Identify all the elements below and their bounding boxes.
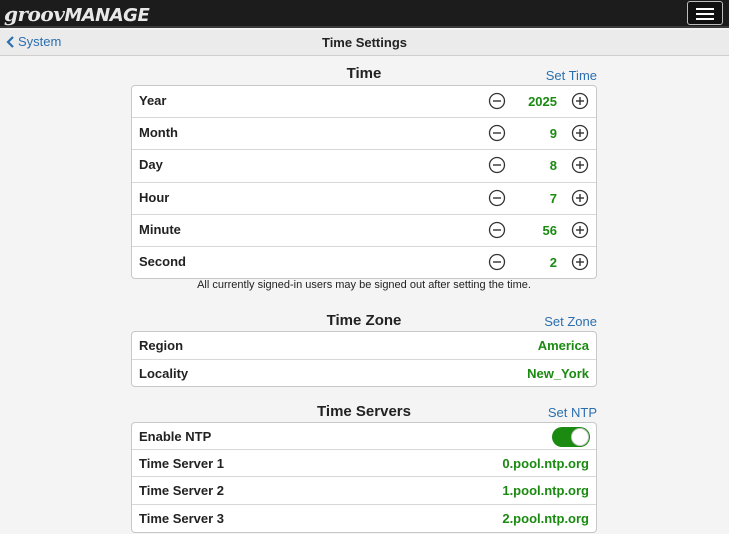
hour-value: 7: [549, 190, 557, 206]
minus-circle-icon: [488, 92, 506, 114]
minus-circle-icon: [488, 221, 506, 243]
second-label: Second: [139, 253, 186, 269]
plus-circle-icon: [571, 253, 589, 275]
time-server-1-value: 0.pool.ntp.org: [502, 456, 589, 472]
time-server-2-row: Time Server 2 1.pool.ntp.org: [132, 477, 596, 505]
day-row: Day 8: [132, 150, 596, 183]
enable-ntp-toggle[interactable]: [552, 427, 590, 447]
plus-circle-icon: [571, 92, 589, 114]
plus-circle-icon: [571, 189, 589, 211]
hour-increment-button[interactable]: [571, 189, 589, 212]
groov-manage-logo[interactable]: groovMANAGE: [4, 2, 150, 27]
locality-value: New_York: [527, 365, 589, 381]
enable-ntp-label: Enable NTP: [139, 429, 212, 444]
logo-part-manage: MANAGE: [64, 5, 150, 26]
second-row: Second 2: [132, 247, 596, 279]
day-value: 8: [549, 158, 557, 174]
time-server-1-label: Time Server 1: [139, 456, 225, 472]
second-value: 2: [549, 254, 557, 270]
time-zone-panel: Region America Locality New_York: [131, 331, 597, 387]
minus-circle-icon: [488, 253, 506, 275]
logo-part-groov: groov: [4, 2, 65, 26]
minute-increment-button[interactable]: [571, 221, 589, 244]
time-server-2-label: Time Server 2: [139, 483, 225, 499]
second-decrement-button[interactable]: [488, 253, 506, 276]
year-value: 2025: [528, 94, 557, 109]
minute-row: Minute 56: [132, 215, 596, 247]
minute-label: Minute: [139, 221, 181, 237]
time-servers-section-title: Time Servers: [317, 403, 411, 420]
locality-row: Locality New_York: [132, 360, 596, 388]
set-ntp-link[interactable]: Set NTP: [548, 405, 597, 420]
time-server-2-value: 1.pool.ntp.org: [502, 483, 589, 499]
enable-ntp-row: Enable NTP: [132, 423, 596, 451]
minute-decrement-button[interactable]: [488, 221, 506, 244]
region-row: Region America: [132, 332, 596, 360]
year-increment-button[interactable]: [571, 92, 589, 115]
region-label: Region: [139, 338, 184, 353]
time-section-title: Time: [346, 65, 382, 82]
set-zone-link[interactable]: Set Zone: [544, 314, 597, 329]
day-increment-button[interactable]: [571, 156, 589, 179]
minus-circle-icon: [488, 157, 506, 178]
month-decrement-button[interactable]: [488, 124, 506, 147]
minute-value: 56: [542, 222, 557, 238]
locality-label: Locality: [139, 365, 189, 381]
day-label: Day: [139, 157, 163, 173]
top-bar: groovMANAGE: [0, 0, 729, 28]
plus-circle-icon: [571, 221, 589, 243]
sign-out-note: All currently signed-in users may be sig…: [197, 279, 531, 291]
hamburger-menu-icon: [696, 8, 714, 10]
time-servers-panel: Enable NTP Time Server 1 0.pool.ntp.org Ti…: [131, 422, 597, 533]
day-decrement-button[interactable]: [488, 156, 506, 179]
time-server-3-value: 2.pool.ntp.org: [502, 510, 589, 526]
minus-circle-icon: [488, 125, 506, 146]
region-value: America: [537, 338, 589, 353]
second-increment-button[interactable]: [571, 253, 589, 276]
month-label: Month: [139, 125, 178, 141]
month-increment-button[interactable]: [571, 124, 589, 147]
toggle-knob: [571, 428, 589, 446]
time-zone-section-title: Time Zone: [326, 312, 402, 329]
time-server-1-row: Time Server 1 0.pool.ntp.org: [132, 450, 596, 478]
hour-decrement-button[interactable]: [488, 189, 506, 212]
minus-circle-icon: [488, 189, 506, 211]
page-title: Time Settings: [321, 35, 407, 50]
year-decrement-button[interactable]: [488, 92, 506, 115]
hour-label: Hour: [139, 189, 170, 205]
month-row: Month 9: [132, 118, 596, 151]
year-row: Year 2025: [132, 86, 596, 119]
set-time-link[interactable]: Set Time: [546, 68, 597, 83]
time-server-3-label: Time Server 3: [139, 510, 225, 526]
time-panel: Year 2025 Month 9 Day 8 Hour 7 Minute 56 Second 2: [131, 85, 597, 279]
hamburger-menu-button[interactable]: [687, 1, 723, 25]
time-server-3-row: Time Server 3 2.pool.ntp.org: [132, 505, 596, 532]
navigation-bar: System Time Settings: [0, 30, 729, 56]
plus-circle-icon: [571, 157, 589, 178]
plus-circle-icon: [571, 125, 589, 146]
year-label: Year: [139, 93, 167, 108]
hour-row: Hour 7: [132, 183, 596, 215]
month-value: 9: [549, 126, 557, 142]
